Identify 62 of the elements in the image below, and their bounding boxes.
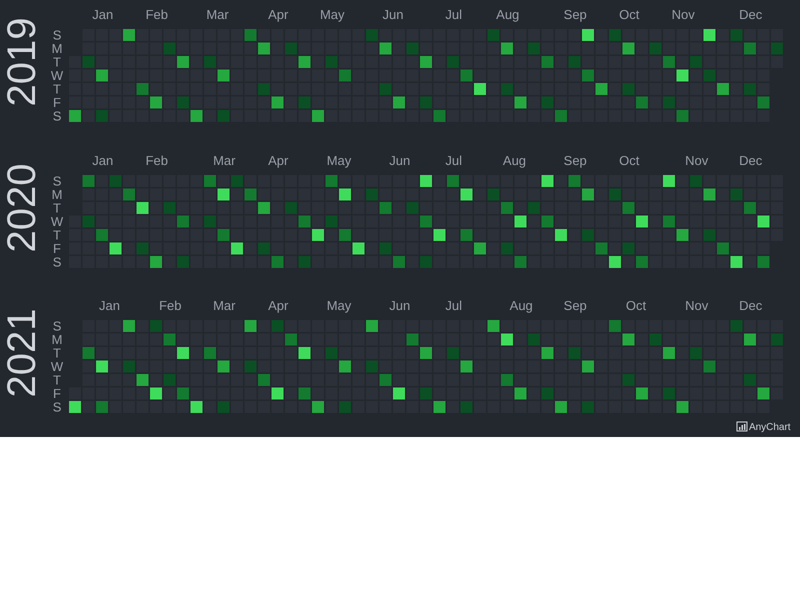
weekday-label: S — [52, 108, 62, 124]
month-label: Oct — [619, 152, 640, 168]
month-label: May — [326, 152, 352, 168]
month-label: Feb — [146, 152, 168, 168]
weekday-label: F — [53, 240, 61, 256]
weekday-label: S — [52, 400, 62, 415]
month-label: Oct — [619, 7, 640, 22]
month-label: Oct — [626, 298, 646, 314]
weekday-label: T — [53, 372, 61, 388]
weekday-label: T — [53, 200, 61, 216]
month-label: Sep — [564, 7, 587, 22]
weekday-label: S — [52, 254, 62, 270]
month-label: Aug — [510, 298, 533, 314]
month-label: Aug — [496, 7, 520, 22]
month-label: Mar — [213, 298, 236, 314]
month-label: Mar — [206, 7, 229, 22]
month-label: Jun — [389, 152, 410, 168]
month-label: Feb — [146, 7, 168, 22]
month-label: Feb — [159, 298, 182, 314]
month-label: Apr — [268, 7, 288, 22]
month-label: Nov — [685, 298, 708, 314]
weekday-label: M — [52, 332, 62, 348]
weekday-label: M — [52, 41, 62, 56]
month-label: Jul — [445, 152, 462, 168]
weekday-label: S — [52, 28, 62, 42]
month-label: Dec — [739, 7, 762, 22]
weekday-label: T — [53, 54, 61, 70]
year-label: 2019 — [0, 18, 44, 106]
month-label: Jun — [382, 7, 404, 22]
month-label: Apr — [268, 298, 288, 314]
year-label: 2021 — [0, 308, 44, 398]
weekday-label: F — [53, 95, 61, 110]
weekday-label: W — [50, 214, 64, 229]
weekday-label: S — [52, 173, 62, 188]
month-label: Jan — [99, 298, 120, 314]
credit-text: AnyChart — [748, 422, 791, 434]
month-label: Jan — [92, 152, 114, 168]
month-label: May — [320, 7, 345, 22]
month-label: May — [326, 298, 352, 314]
month-label: Jul — [445, 298, 462, 314]
weekday-label: S — [52, 318, 62, 334]
month-label: Jan — [92, 7, 114, 22]
weekday-label: T — [53, 82, 61, 96]
month-label: Mar — [213, 152, 236, 168]
month-label: Dec — [739, 152, 762, 168]
weekday-label: W — [50, 359, 64, 374]
month-label: Sep — [564, 298, 587, 314]
weekday-label: T — [53, 346, 61, 361]
chart-logo-icon — [736, 422, 748, 432]
weekday-label: F — [53, 386, 61, 402]
year-label: 2020 — [0, 163, 44, 252]
month-label: Dec — [739, 298, 762, 314]
month-label: Aug — [502, 152, 526, 168]
weekday-label: W — [50, 68, 64, 83]
month-label: Jun — [389, 298, 410, 314]
weekday-label: T — [53, 227, 61, 242]
month-label: Apr — [268, 152, 288, 168]
weekday-label: M — [52, 186, 62, 202]
month-label: Nov — [672, 7, 695, 22]
month-label: Sep — [564, 152, 587, 168]
month-label: Jul — [445, 7, 462, 22]
month-label: Nov — [685, 152, 708, 168]
